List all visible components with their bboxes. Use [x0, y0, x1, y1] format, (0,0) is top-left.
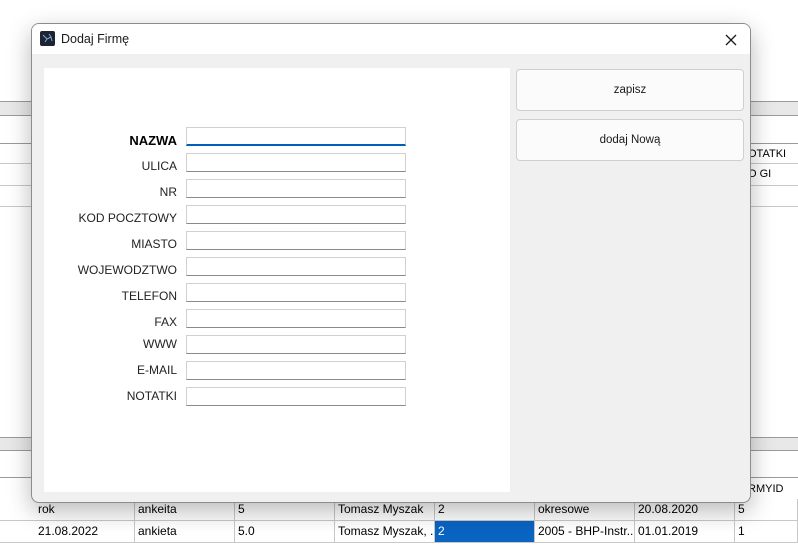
- label-notatki: NOTATKI: [126, 389, 177, 403]
- column-header-notatki[interactable]: OTATKI: [748, 148, 786, 160]
- notes-field[interactable]: [186, 387, 406, 406]
- table-cell[interactable]: 01.01.2019: [635, 521, 735, 542]
- label-email: E-MAIL: [136, 363, 177, 377]
- add-new-button[interactable]: dodaj Nową: [516, 119, 744, 161]
- table-cell[interactable]: 5.0: [235, 521, 335, 542]
- label-miasto: MIASTO: [131, 237, 177, 251]
- website-field[interactable]: [186, 335, 406, 354]
- postal-code-field[interactable]: [186, 205, 406, 224]
- dialog-title: Dodaj Firmę: [61, 32, 130, 46]
- email-field[interactable]: [186, 361, 406, 380]
- label-telefon: TELEFON: [121, 289, 177, 303]
- label-fax: FAX: [154, 315, 177, 329]
- add-company-dialog: Dodaj Firmę NAZWA ULICA NR KOD POCZTOWY …: [31, 23, 751, 503]
- column-header-uwagi[interactable]: O GI: [748, 168, 771, 180]
- label-wojewodztwo: WOJEWODZTWO: [77, 263, 177, 277]
- label-www: WWW: [143, 337, 177, 351]
- label-nazwa: NAZWA: [129, 133, 177, 148]
- table-cell-selected[interactable]: 2: [435, 521, 535, 542]
- dialog-titlebar[interactable]: Dodaj Firmę: [32, 24, 750, 54]
- column-header-firmyid[interactable]: RMYID: [748, 483, 783, 495]
- label-nr: NR: [159, 185, 177, 199]
- voivodeship-field[interactable]: [186, 257, 406, 276]
- label-kod-pocztowy: KOD POCZTOWY: [78, 211, 177, 225]
- number-field[interactable]: [186, 179, 406, 198]
- table-row[interactable]: 21.08.2022 ankieta 5.0 Tomasz Myszak, ..…: [0, 521, 798, 543]
- label-ulica: ULICA: [141, 159, 177, 173]
- table-cell[interactable]: 1: [735, 521, 798, 542]
- close-button[interactable]: [718, 28, 744, 52]
- table-cell[interactable]: 2005 - BHP-Instr...: [535, 521, 635, 542]
- close-icon: [725, 34, 737, 46]
- app-icon: [40, 31, 55, 46]
- table-cell[interactable]: ankieta: [135, 521, 235, 542]
- name-field[interactable]: [186, 127, 406, 146]
- table-cell[interactable]: 21.08.2022: [35, 521, 135, 542]
- phone-field[interactable]: [186, 283, 406, 302]
- save-button[interactable]: zapisz: [516, 69, 744, 111]
- company-form: NAZWA ULICA NR KOD POCZTOWY MIASTO WOJEW…: [44, 68, 510, 492]
- table-cell[interactable]: Tomasz Myszak, ...: [335, 521, 435, 542]
- fax-field[interactable]: [186, 309, 406, 328]
- city-field[interactable]: [186, 231, 406, 250]
- street-field[interactable]: [186, 153, 406, 172]
